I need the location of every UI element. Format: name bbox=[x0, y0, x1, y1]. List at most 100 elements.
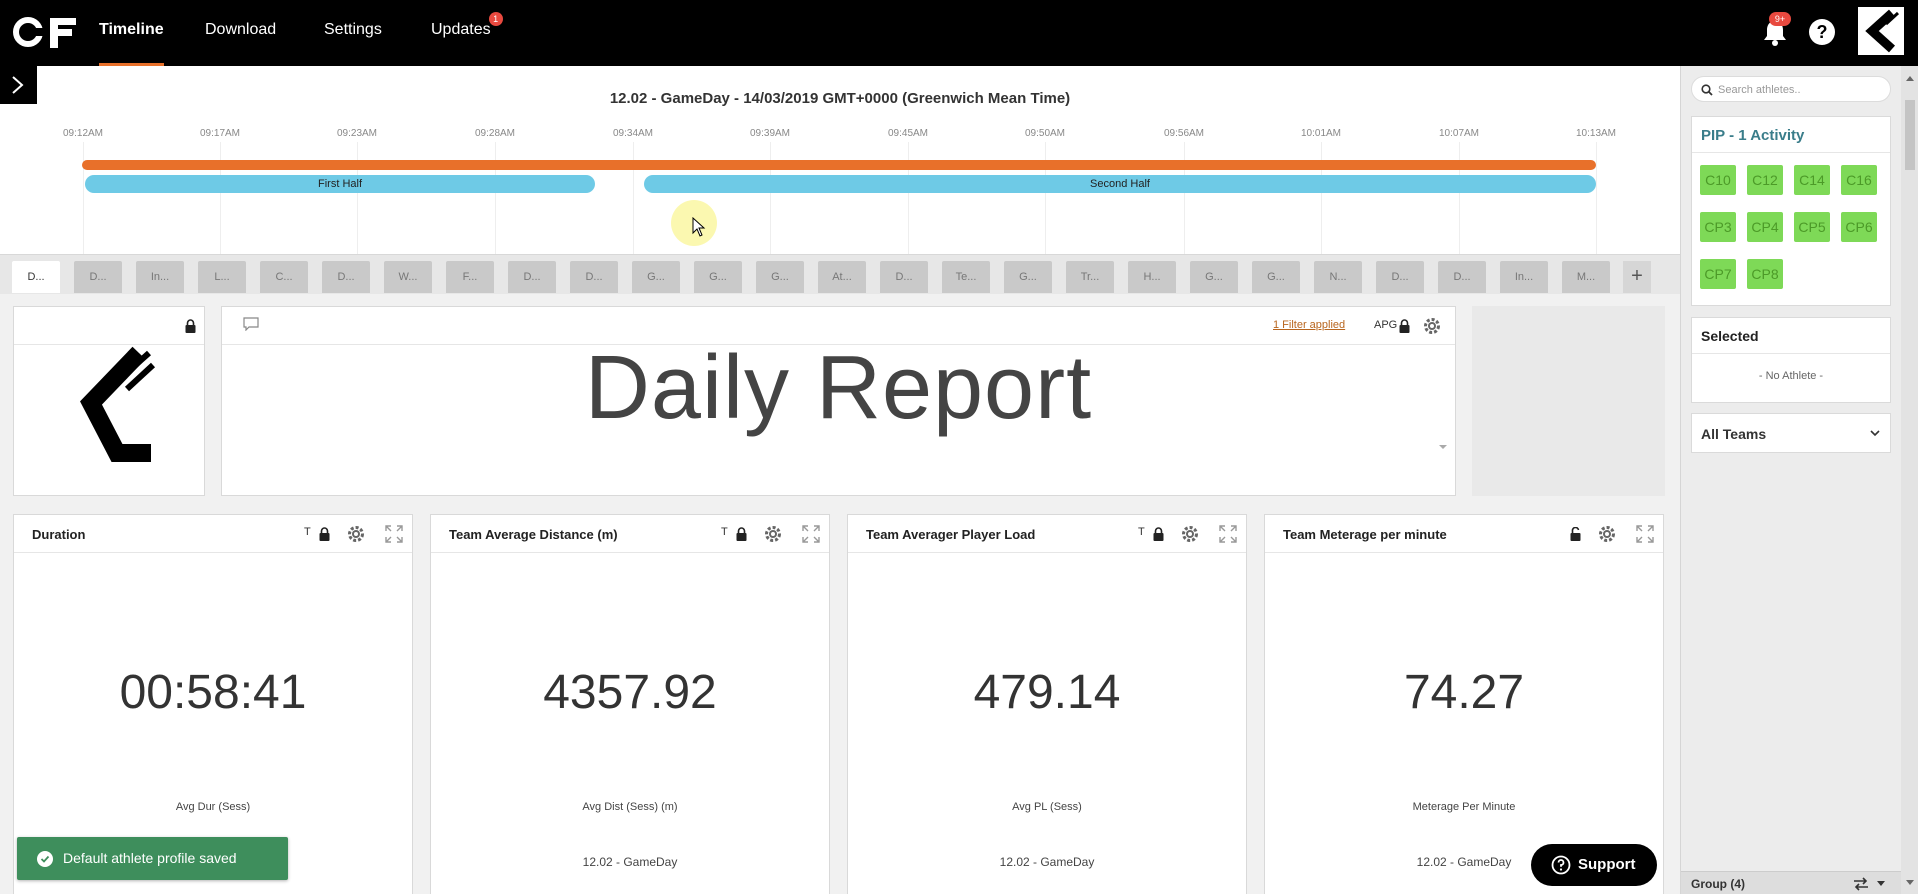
metric-value: 4357.92 bbox=[543, 666, 717, 719]
nav-tab-updates[interactable]: Updates 1 bbox=[431, 0, 503, 66]
lock-icon[interactable] bbox=[1153, 527, 1164, 541]
athlete-chip[interactable]: C12 bbox=[1747, 165, 1783, 195]
report-tab[interactable]: W... bbox=[384, 261, 432, 293]
athlete-chip[interactable]: C10 bbox=[1700, 165, 1736, 195]
add-tab-button[interactable]: + bbox=[1623, 261, 1651, 293]
athlete-chip[interactable]: CP3 bbox=[1700, 212, 1736, 242]
grid-line bbox=[220, 142, 221, 254]
report-tab[interactable]: G... bbox=[1252, 261, 1300, 293]
report-tab[interactable]: N... bbox=[1314, 261, 1362, 293]
athlete-chip[interactable]: C14 bbox=[1794, 165, 1830, 195]
gear-icon[interactable] bbox=[1423, 317, 1441, 335]
unlock-icon[interactable] bbox=[1570, 527, 1581, 541]
report-tab[interactable]: G... bbox=[632, 261, 680, 293]
metric-session: 12.02 - GameDay bbox=[999, 855, 1095, 869]
lock-icon[interactable] bbox=[319, 527, 330, 541]
grid-line bbox=[770, 142, 771, 254]
time-tick: 09:56AM bbox=[1163, 128, 1205, 139]
report-tab[interactable]: Tr... bbox=[1066, 261, 1114, 293]
report-tab[interactable]: M... bbox=[1562, 261, 1610, 293]
search-athletes-input[interactable] bbox=[1718, 81, 1883, 99]
report-tab[interactable]: G... bbox=[1004, 261, 1052, 293]
fullscreen-icon[interactable] bbox=[802, 525, 820, 543]
swap-arrows-icon[interactable] bbox=[1853, 877, 1869, 891]
lock-icon[interactable] bbox=[185, 319, 196, 333]
report-tab[interactable]: D... bbox=[12, 261, 60, 293]
toast-message: Default athlete profile saved bbox=[63, 850, 237, 866]
sidebar-scrollbar[interactable] bbox=[1901, 66, 1918, 894]
athlete-chip[interactable]: CP4 bbox=[1747, 212, 1783, 242]
time-tick: 09:12AM bbox=[62, 128, 104, 139]
fullscreen-icon[interactable] bbox=[385, 525, 403, 543]
report-tab[interactable]: F... bbox=[446, 261, 494, 293]
report-tab[interactable]: G... bbox=[694, 261, 742, 293]
fullscreen-icon[interactable] bbox=[1636, 525, 1654, 543]
gear-icon[interactable] bbox=[347, 525, 365, 543]
widget-title: Duration bbox=[32, 527, 86, 542]
fullscreen-icon[interactable] bbox=[1219, 525, 1237, 543]
report-tab[interactable]: G... bbox=[1190, 261, 1238, 293]
caret-down-icon[interactable] bbox=[1877, 881, 1885, 886]
report-tab[interactable]: At... bbox=[818, 261, 866, 293]
user-avatar[interactable] bbox=[1858, 7, 1904, 55]
report-tab[interactable]: D... bbox=[880, 261, 928, 293]
report-tab[interactable]: Te... bbox=[942, 261, 990, 293]
nav-tab-settings[interactable]: Settings bbox=[324, 0, 382, 66]
metric-value: 00:58:41 bbox=[119, 666, 307, 719]
group-bar[interactable]: Group (4) bbox=[1681, 871, 1901, 894]
time-tick: 09:39AM bbox=[749, 128, 791, 139]
pip-activity-box: PIP - 1 Activity C10 C12 C14 C16 CP3 CP4… bbox=[1691, 116, 1891, 306]
metric-widget-distance: Team Average Distance (m) T 4357.92 Avg … bbox=[430, 514, 830, 894]
teams-dropdown[interactable]: All Teams bbox=[1691, 413, 1891, 453]
athlete-chip[interactable]: C16 bbox=[1841, 165, 1877, 195]
filter-applied-link[interactable]: 1 Filter applied bbox=[1273, 319, 1345, 331]
time-tick: 09:28AM bbox=[474, 128, 516, 139]
scroll-down-icon[interactable] bbox=[1906, 880, 1914, 885]
report-tab[interactable]: D... bbox=[1376, 261, 1424, 293]
check-circle-icon bbox=[37, 851, 53, 867]
help-icon[interactable]: ? bbox=[1809, 19, 1835, 45]
period-first-half[interactable]: First Half bbox=[85, 175, 595, 193]
report-tab[interactable]: D... bbox=[322, 261, 370, 293]
app-logo[interactable] bbox=[12, 14, 80, 50]
metric-widget-header: Duration T bbox=[14, 515, 412, 553]
report-tab[interactable]: L... bbox=[198, 261, 246, 293]
gear-icon[interactable] bbox=[1598, 525, 1616, 543]
support-button[interactable]: Support bbox=[1531, 844, 1657, 886]
report-tab[interactable]: H... bbox=[1128, 261, 1176, 293]
scrollbar-thumb[interactable] bbox=[1905, 100, 1915, 170]
scroll-up-icon[interactable] bbox=[1906, 76, 1914, 81]
athlete-chip[interactable]: CP7 bbox=[1700, 259, 1736, 289]
grid-line bbox=[633, 142, 634, 254]
athlete-chip[interactable]: CP5 bbox=[1794, 212, 1830, 242]
report-tab[interactable]: D... bbox=[570, 261, 618, 293]
time-tick: 09:23AM bbox=[336, 128, 378, 139]
report-tab[interactable]: D... bbox=[508, 261, 556, 293]
nav-tab-download[interactable]: Download bbox=[205, 0, 276, 66]
report-tab[interactable]: In... bbox=[136, 261, 184, 293]
grid-line bbox=[83, 142, 84, 254]
report-tab[interactable]: G... bbox=[756, 261, 804, 293]
metric-label: Avg Dist (Sess) (m) bbox=[582, 801, 678, 813]
period-second-half[interactable]: Second Half bbox=[644, 175, 1596, 193]
lock-icon[interactable] bbox=[1399, 319, 1410, 333]
time-tick: 09:34AM bbox=[612, 128, 654, 139]
report-tab[interactable]: C... bbox=[260, 261, 308, 293]
comment-icon[interactable] bbox=[243, 317, 259, 331]
session-activity-bar[interactable] bbox=[82, 160, 1596, 170]
report-tab[interactable]: D... bbox=[74, 261, 122, 293]
report-tab[interactable]: D... bbox=[1438, 261, 1486, 293]
search-icon bbox=[1701, 84, 1713, 96]
athlete-chip[interactable]: CP8 bbox=[1747, 259, 1783, 289]
metric-widget-header: Team Averager Player Load T bbox=[848, 515, 1246, 553]
widget-title: Team Average Distance (m) bbox=[449, 527, 618, 542]
nav-tab-timeline[interactable]: Timeline bbox=[99, 0, 164, 66]
gear-icon[interactable] bbox=[764, 525, 782, 543]
pip-activity-title: PIP - 1 Activity bbox=[1692, 117, 1890, 153]
gear-icon[interactable] bbox=[1181, 525, 1199, 543]
lock-icon[interactable] bbox=[736, 527, 747, 541]
athlete-chip[interactable]: CP6 bbox=[1841, 212, 1877, 242]
scroll-down-icon[interactable] bbox=[1438, 443, 1448, 451]
metric-label: Avg Dur (Sess) bbox=[175, 801, 251, 813]
report-tab[interactable]: In... bbox=[1500, 261, 1548, 293]
